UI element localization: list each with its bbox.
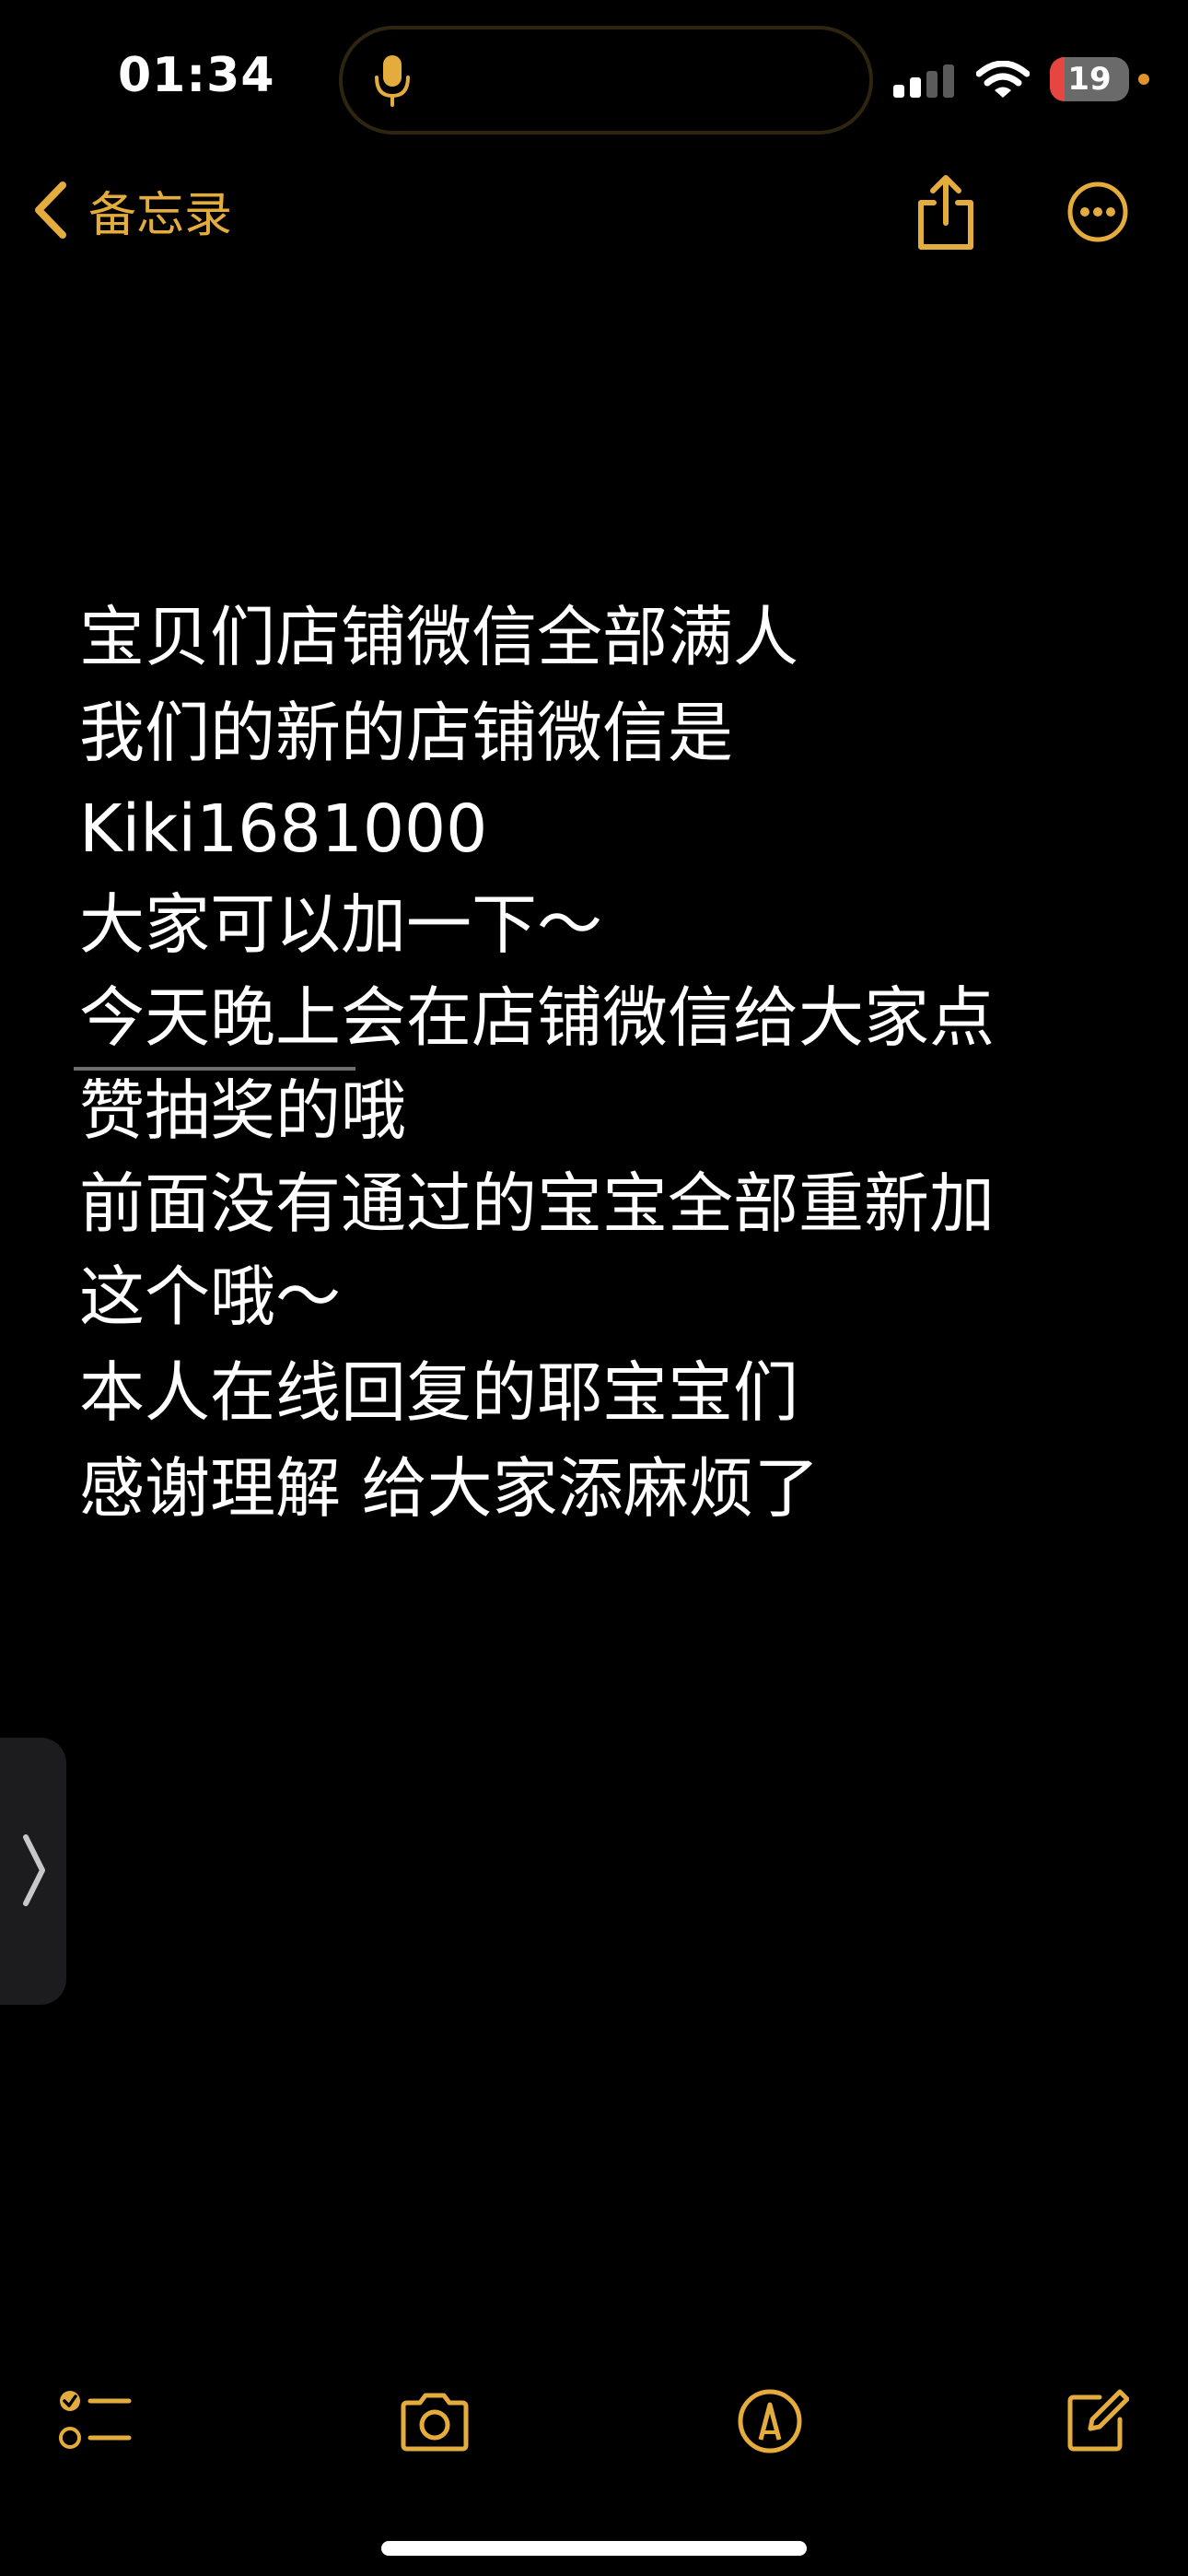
battery-level: 19	[1067, 61, 1112, 98]
home-indicator[interactable]	[381, 2541, 807, 2556]
note-line: 前面没有通过的宝宝全部重新加	[79, 1165, 996, 1242]
wifi-icon	[976, 61, 1030, 98]
note-line: 宝贝们店铺微信全部满人	[79, 599, 799, 675]
status-time: 01:34	[118, 48, 275, 103]
battery-tip	[1138, 74, 1149, 85]
microphone-icon	[375, 55, 410, 107]
note-line: Kiki1681000	[79, 790, 488, 867]
text-selection-underline	[74, 1067, 355, 1071]
note-line: 大家可以加一下～	[79, 886, 603, 963]
dynamic-island	[339, 26, 873, 135]
note-line: 赞抽奖的哦	[79, 1072, 407, 1149]
note-line: 今天晚上会在店铺微信给大家点	[79, 979, 996, 1056]
chevron-right-icon	[23, 1834, 45, 1906]
ellipsis-circle-icon[interactable]	[1066, 181, 1129, 243]
battery-indicator: 19	[1050, 57, 1129, 101]
note-line: 感谢理解 给大家添麻烦了	[79, 1450, 820, 1527]
side-panel-handle[interactable]	[0, 1738, 66, 2005]
chevron-left-icon	[35, 181, 66, 239]
note-line: 这个哦～	[79, 1259, 342, 1335]
checklist-icon[interactable]	[59, 2388, 133, 2453]
note-text-area[interactable]: 宝贝们店铺微信全部满人 我们的新的店铺微信是 Kiki1681000 大家可以加…	[79, 590, 1120, 1537]
camera-icon[interactable]	[398, 2390, 472, 2454]
note-line: 我们的新的店铺微信是	[79, 695, 734, 771]
note-line: 本人在线回复的耶宝宝们	[79, 1354, 799, 1431]
cellular-signal-icon	[893, 64, 954, 98]
back-button[interactable]: 备忘录	[33, 175, 232, 245]
share-icon[interactable]	[914, 173, 978, 252]
compose-icon[interactable]	[1065, 2384, 1129, 2454]
markup-pen-icon[interactable]	[737, 2388, 803, 2454]
back-label: 备忘录	[88, 187, 233, 243]
